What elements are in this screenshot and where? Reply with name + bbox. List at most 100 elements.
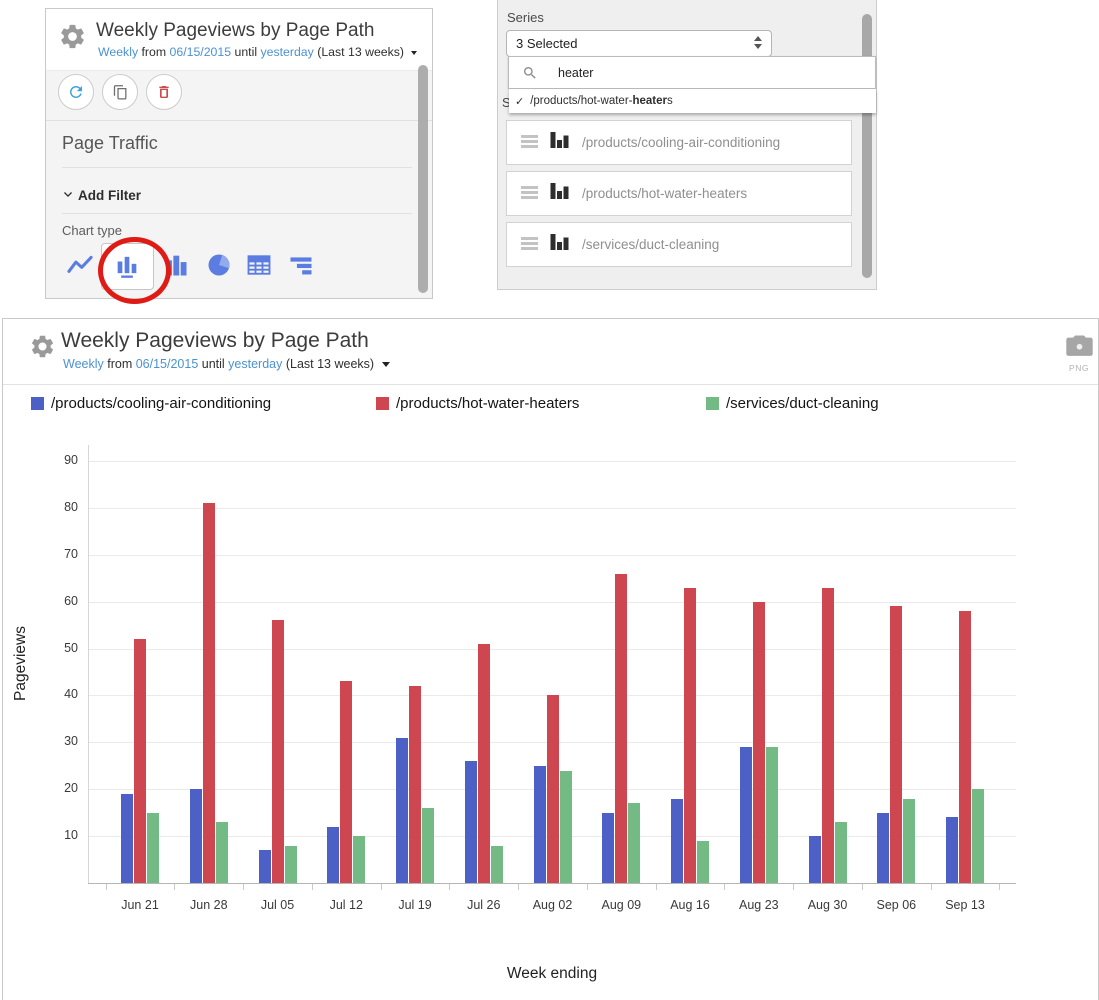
add-filter-toggle[interactable]: Add Filter [60, 187, 141, 203]
widget-title: Weekly Pageviews by Page Path [96, 20, 374, 42]
x-tick-label: Jul 12 [312, 898, 380, 912]
series-select[interactable]: 3 Selected [506, 30, 772, 57]
drag-handle-icon[interactable] [521, 186, 538, 201]
delete-button[interactable] [146, 74, 182, 110]
export-png-button[interactable]: PNG [1059, 335, 1099, 373]
subtitle-text: until [231, 45, 260, 59]
start-date-link[interactable]: 06/15/2015 [136, 357, 199, 371]
result-prefix: /products/hot-water- [530, 95, 632, 107]
x-tick-label: Jun 21 [106, 898, 174, 912]
series-card[interactable]: /services/duct-cleaning [506, 222, 852, 267]
line-chart-icon[interactable] [65, 250, 95, 280]
x-tick-label: Sep 06 [862, 898, 930, 912]
bar-sep06-s2 [903, 799, 915, 883]
bar-jul19-s2 [422, 808, 434, 883]
y-tick-label: 50 [46, 641, 78, 655]
series-search-input[interactable] [556, 65, 875, 81]
bar-aug16-s0 [671, 799, 683, 883]
table-icon[interactable] [244, 250, 274, 280]
drag-handle-icon[interactable] [521, 237, 538, 252]
chevron-down-icon[interactable] [411, 51, 417, 55]
bar-jun28-s2 [216, 822, 228, 883]
stepper-icon [754, 36, 764, 49]
gridline [88, 508, 1016, 509]
y-tick-label: 70 [46, 547, 78, 561]
x-tick-label: Aug 30 [794, 898, 862, 912]
bar-jun28-s1 [203, 503, 215, 883]
series-search-box [508, 56, 876, 89]
legend-item[interactable]: /services/duct-cleaning [706, 395, 879, 412]
subtitle-range: (Last 13 weeks) [314, 45, 408, 59]
bar-sep13-s0 [946, 817, 958, 883]
trash-icon [156, 84, 172, 100]
x-tick-mark [587, 884, 588, 890]
series-panel: Series 3 Selected S ✓ /products/hot-wate… [497, 0, 877, 290]
x-tick-mark [243, 884, 244, 890]
editor-scrollbar[interactable] [418, 65, 428, 293]
series-label: Series [507, 10, 544, 25]
bar-sep06-s1 [890, 606, 902, 883]
start-date-link[interactable]: 06/15/2015 [170, 45, 232, 59]
x-tick-label: Aug 09 [587, 898, 655, 912]
legend-item[interactable]: /products/hot-water-heaters [376, 395, 579, 412]
x-tick-mark [312, 884, 313, 890]
bar-jul19-s1 [409, 686, 421, 883]
bar-aug30-s0 [809, 836, 821, 883]
x-tick-label: Sep 13 [931, 898, 999, 912]
legend-swatch [376, 397, 389, 410]
pie-chart-icon[interactable] [204, 250, 234, 280]
series-scrollbar[interactable] [862, 14, 872, 278]
legend-label: /services/duct-cleaning [726, 395, 879, 412]
bar-sep13-s1 [959, 611, 971, 883]
bar-aug16-s1 [684, 588, 696, 883]
bar-aug23-s1 [753, 602, 765, 883]
chevron-down-icon[interactable] [382, 362, 390, 367]
mini-bar-chart-icon [550, 131, 570, 149]
chart-type-label: Chart type [62, 223, 122, 238]
x-tick-mark [793, 884, 794, 890]
end-date-link[interactable]: yesterday [228, 357, 282, 371]
editor-panel: Weekly Pageviews by Page Path Weekly fro… [45, 8, 433, 299]
search-result-option[interactable]: ✓ /products/hot-water-heaters [509, 89, 876, 113]
subtitle-range: (Last 13 weeks) [282, 357, 377, 371]
gridline [88, 461, 1016, 462]
frequency-link[interactable]: Weekly [63, 357, 104, 371]
end-date-link[interactable]: yesterday [260, 45, 313, 59]
bar-aug09-s1 [615, 574, 627, 884]
x-tick-mark [999, 884, 1000, 890]
bar-aug02-s2 [560, 771, 572, 884]
frequency-link[interactable]: Weekly [98, 45, 138, 59]
page-title: Weekly Pageviews by Page Path [61, 329, 369, 353]
series-card[interactable]: /products/cooling-air-conditioning [506, 120, 852, 165]
legend-swatch [706, 397, 719, 410]
x-tick-mark [931, 884, 932, 890]
widget-subtitle: Weekly from 06/15/2015 until yesterday (… [98, 45, 417, 59]
gridline [88, 555, 1016, 556]
duplicate-button[interactable] [102, 74, 138, 110]
png-label: PNG [1059, 363, 1099, 373]
drag-handle-icon[interactable] [521, 135, 538, 150]
series-card[interactable]: /products/hot-water-heaters [506, 171, 852, 216]
x-tick-label: Jul 19 [381, 898, 449, 912]
gear-icon[interactable] [58, 22, 87, 56]
y-tick-label: 60 [46, 594, 78, 608]
legend-item[interactable]: /products/cooling-air-conditioning [31, 395, 271, 412]
add-filter-label: Add Filter [78, 188, 141, 203]
bar-aug23-s0 [740, 747, 752, 883]
refresh-button[interactable] [58, 74, 94, 110]
copy-icon [112, 84, 129, 101]
bar-aug09-s2 [628, 803, 640, 883]
subtitle-text: from [138, 45, 169, 59]
chevron-down-icon [60, 187, 76, 203]
x-tick-label: Aug 02 [519, 898, 587, 912]
x-tick-label: Aug 16 [656, 898, 724, 912]
search-icon [522, 65, 538, 81]
y-tick-label: 90 [46, 453, 78, 467]
y-axis-title: Pageviews [10, 445, 32, 883]
x-tick-mark [106, 884, 107, 890]
gear-icon[interactable] [29, 333, 56, 365]
bar-aug30-s2 [835, 822, 847, 883]
editor-header: Weekly Pageviews by Page Path Weekly fro… [46, 9, 432, 71]
funnel-chart-icon[interactable] [286, 250, 316, 280]
x-axis-line [88, 883, 1016, 884]
